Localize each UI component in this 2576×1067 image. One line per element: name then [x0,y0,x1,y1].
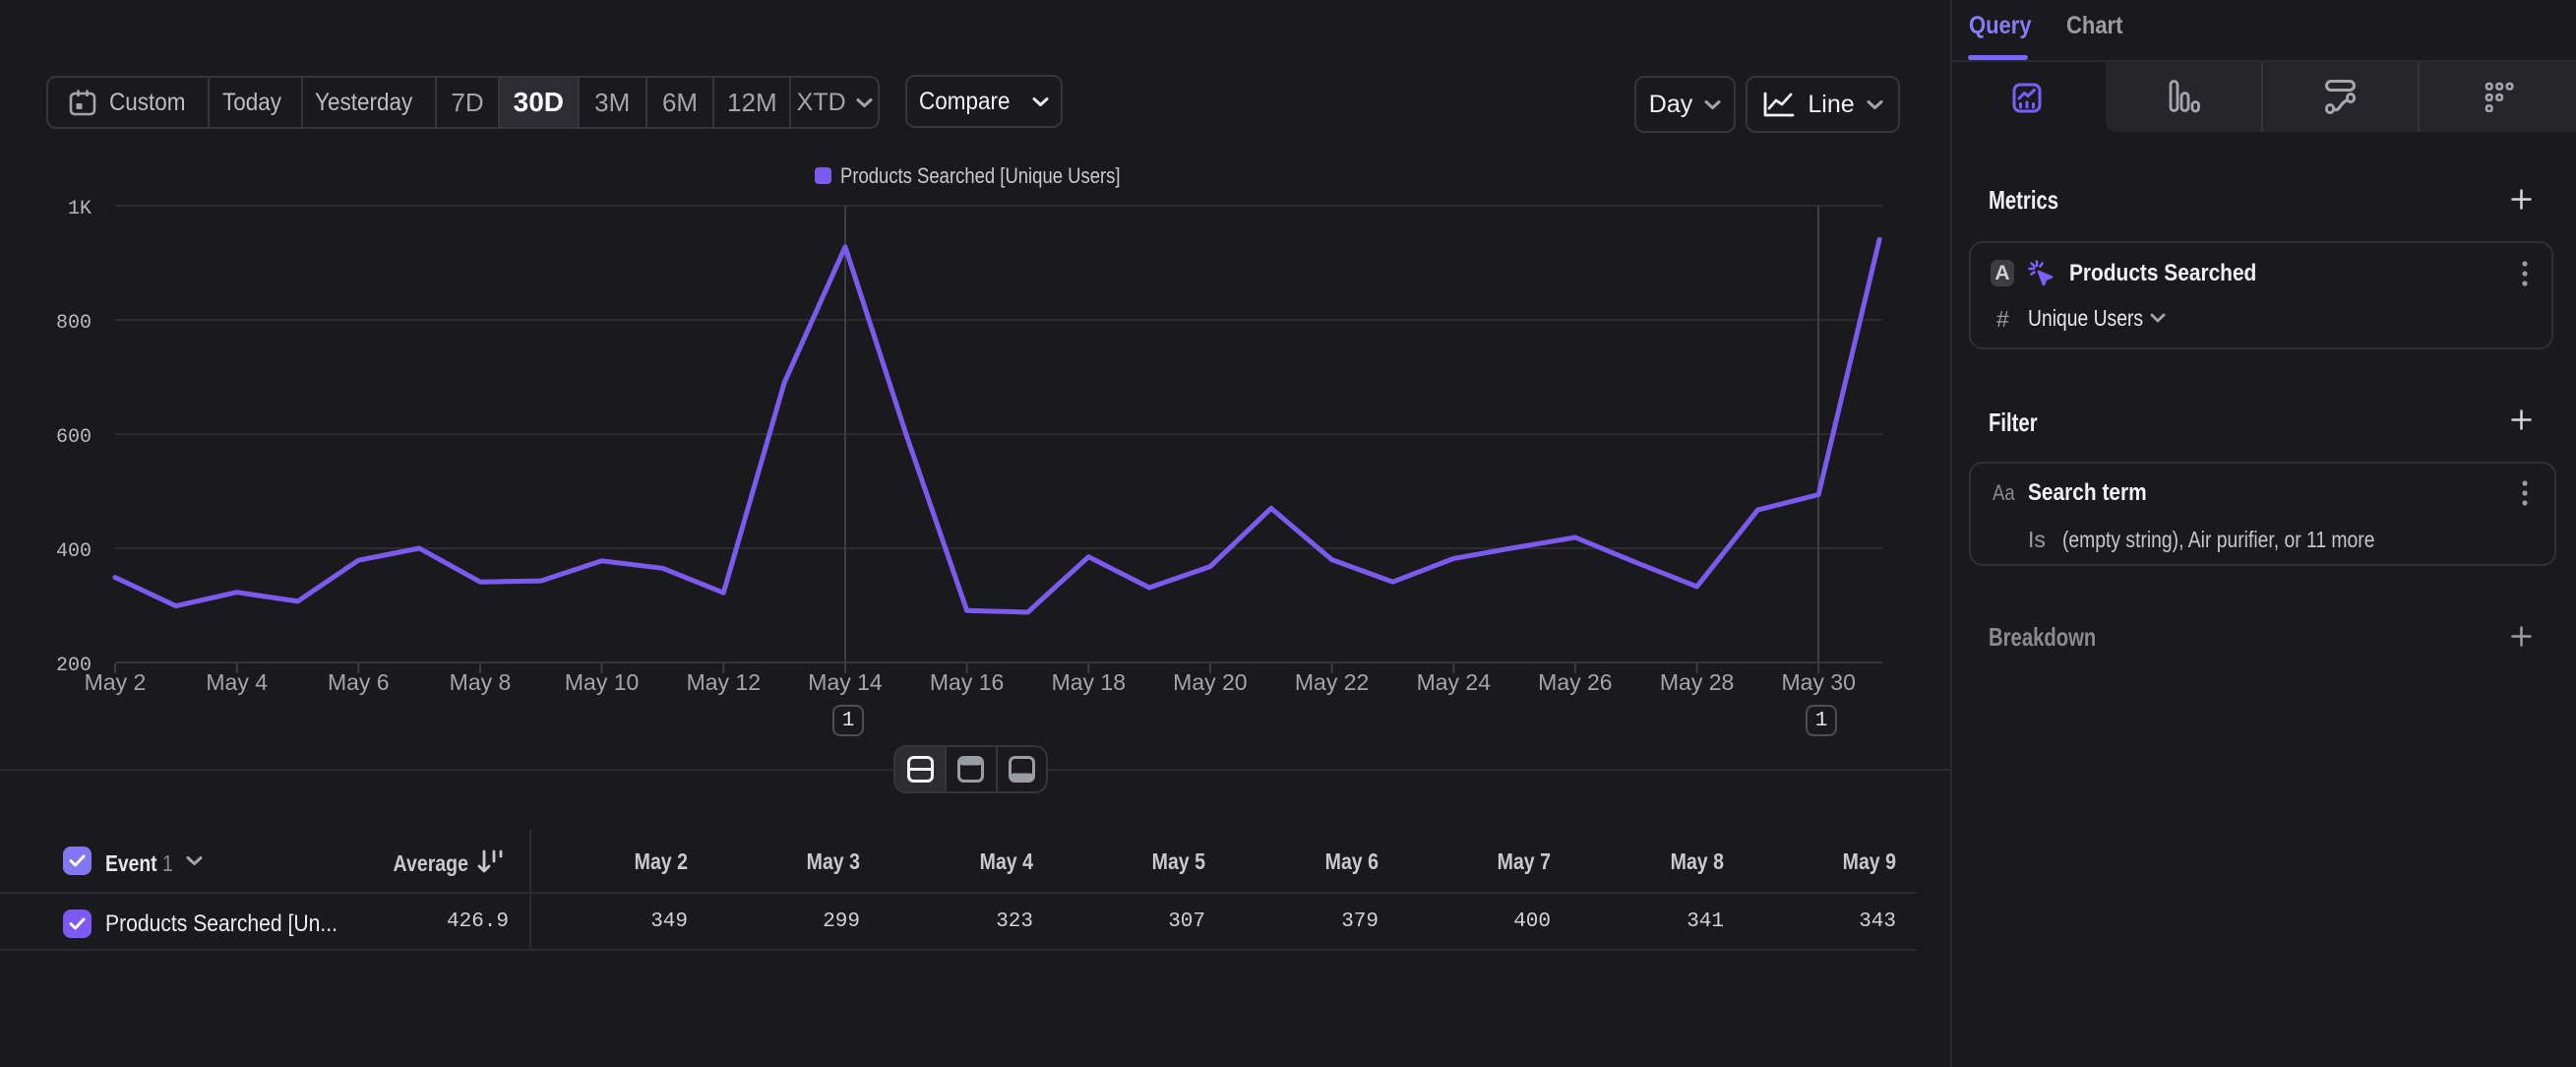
svg-text:May 16: May 16 [930,669,1004,695]
svg-text:May 14: May 14 [808,669,883,695]
svg-text:800: 800 [56,312,92,335]
svg-text:May 28: May 28 [1660,669,1734,695]
svg-text:May 24: May 24 [1417,669,1492,695]
svg-text:May 20: May 20 [1173,669,1247,695]
svg-text:May 4: May 4 [206,669,268,695]
svg-text:May 2: May 2 [85,669,147,695]
svg-text:May 30: May 30 [1781,669,1855,695]
svg-text:400: 400 [56,540,92,563]
svg-text:May 12: May 12 [687,669,761,695]
svg-text:May 10: May 10 [565,669,639,695]
svg-text:May 22: May 22 [1295,669,1369,695]
svg-text:May 26: May 26 [1538,669,1612,695]
svg-text:May 18: May 18 [1052,669,1126,695]
svg-text:1K: 1K [68,198,92,220]
svg-text:May 8: May 8 [450,669,512,695]
svg-text:May 6: May 6 [328,669,390,695]
svg-text:600: 600 [56,426,92,449]
